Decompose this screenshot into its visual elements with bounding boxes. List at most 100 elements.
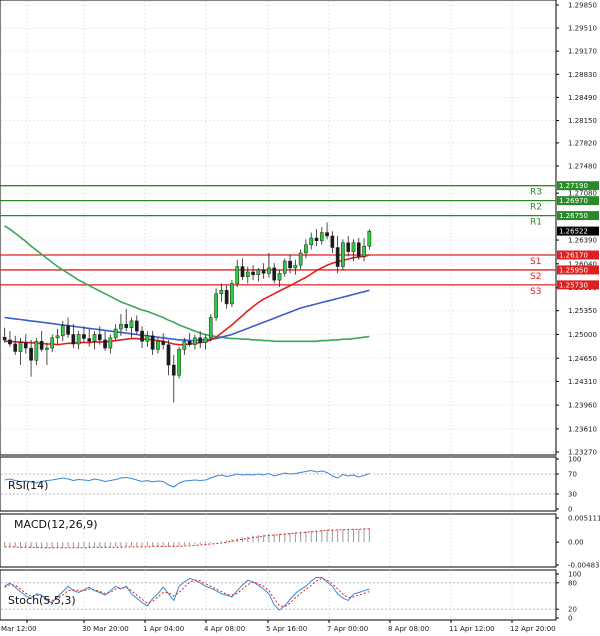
candle-down <box>82 334 86 339</box>
candle-up <box>256 269 261 275</box>
chart-window: 1.29850 1.29510 1.29170 1.28830 1.28490 1.281… <box>0 0 600 633</box>
y-tick-label-3: 1.28830 <box>568 71 597 79</box>
main-plot-area <box>0 0 557 456</box>
candle-up <box>282 260 287 274</box>
level-name-r2: R2 <box>530 203 542 213</box>
x-tick-label-1: 30 Mar 20:00 <box>82 625 129 633</box>
candle <box>177 346 181 379</box>
x-tick-label-8: 12 Apr 20:00 <box>510 625 556 633</box>
candle-down <box>97 334 102 341</box>
candle-up <box>208 317 213 339</box>
level-name-s2: S2 <box>530 272 541 282</box>
candle-down <box>272 267 277 281</box>
y-tick-label-0: 1.29850 <box>568 2 597 10</box>
candle-down <box>87 338 92 342</box>
candle-down <box>251 271 255 275</box>
y-tick-label-4: 1.28490 <box>568 94 597 102</box>
time-axis: Mar 12:00 30 Mar 20:00 1 Apr 04:00 4 Apr 08… <box>1 620 556 633</box>
candle-down <box>140 330 144 342</box>
candle-up <box>319 232 324 241</box>
candle-up <box>108 337 113 349</box>
x-tick-label-6: 8 Apr 08:00 <box>388 625 429 633</box>
y-tick-label-15: 1.24310 <box>568 378 597 386</box>
x-tick-label-0: Mar 12:00 <box>1 625 37 633</box>
candle-down <box>134 320 139 332</box>
rsi-tick-label-2: 30 <box>568 491 577 499</box>
rsi-tick-label-1: 70 <box>568 471 577 479</box>
macd-tick-label-0: 0.005111 <box>568 515 600 523</box>
candle-down <box>66 325 70 335</box>
y-tick-label-9: 1.26390 <box>568 237 597 245</box>
y-tick-label-16: 1.23960 <box>568 402 597 410</box>
candle-up <box>45 347 49 350</box>
candle-down <box>124 324 129 328</box>
candle-down <box>71 334 76 345</box>
y-tick-label-17: 1.23610 <box>568 425 597 433</box>
stoch-plot-area <box>0 569 557 621</box>
candle-up <box>177 349 181 376</box>
candle-up <box>145 335 150 342</box>
candle-down <box>240 266 245 277</box>
candle <box>230 280 234 308</box>
candle-up <box>193 337 197 345</box>
candle-down <box>2 336 7 341</box>
candle-up <box>267 267 271 274</box>
candle-up <box>230 283 234 305</box>
stoch-tick-label-2: 20 <box>568 606 577 614</box>
rsi-tick-label-3: 0 <box>568 506 572 514</box>
candle-up <box>351 242 356 252</box>
y-tick-label-6: 1.27820 <box>568 139 597 147</box>
candle-down <box>13 343 18 352</box>
candle-up <box>293 264 298 269</box>
macd-label: MACD(12,26,9) <box>14 518 98 531</box>
x-tick-label-3: 4 Apr 08:00 <box>204 625 245 633</box>
level-name-r1: R1 <box>530 218 542 228</box>
candle-up <box>203 337 208 343</box>
macd-tick-label-1: 0.00 <box>568 539 584 547</box>
level-price-s2: 1.25950 <box>559 266 588 274</box>
candle-up <box>92 334 97 342</box>
level-name-s1: S1 <box>530 257 541 267</box>
level-price-s3: 1.25730 <box>559 281 588 289</box>
candle-up <box>277 273 282 281</box>
candle-up <box>18 342 23 352</box>
y-tick-label-1: 1.29510 <box>568 25 597 33</box>
current-price-label: 1.26522 <box>559 228 588 236</box>
candle <box>341 239 345 270</box>
candle-down <box>356 242 361 257</box>
x-tick-label-7: 11 Apr 12:00 <box>449 625 495 633</box>
candle-down <box>166 344 171 366</box>
candle-up <box>298 252 303 266</box>
candle-up <box>60 325 65 337</box>
candle-up <box>219 290 224 294</box>
candle-up <box>214 293 218 318</box>
candle-up <box>304 244 308 254</box>
level-price-r2: 1.26970 <box>559 197 588 205</box>
candle-down <box>288 260 292 269</box>
candle-up <box>235 266 240 284</box>
candle-down <box>161 341 166 345</box>
candle-down <box>150 335 155 350</box>
candle-up <box>245 271 250 277</box>
y-tick-label-5: 1.28150 <box>568 117 597 125</box>
candle <box>208 314 213 342</box>
stoch-tick-label-1: 80 <box>568 579 577 587</box>
stoch-label: Stoch(5,5,3) <box>8 594 76 607</box>
level-price-s1: 1.26170 <box>559 251 588 259</box>
level-price-r1: 1.26750 <box>559 212 588 220</box>
candle-up <box>34 341 39 361</box>
y-tick-label-14: 1.24650 <box>568 355 597 363</box>
candle-down <box>39 341 44 350</box>
candle-up <box>113 328 118 339</box>
stoch-tick-label-3: 0 <box>568 615 572 623</box>
candle-down <box>335 247 340 267</box>
candle-up <box>129 320 134 328</box>
rsi-plot-area <box>0 456 557 512</box>
candle-down <box>261 269 266 274</box>
candle-down <box>314 237 319 241</box>
candle-down <box>29 347 33 361</box>
candle-down <box>171 364 176 376</box>
x-tick-label-5: 7 Apr 00:00 <box>327 625 368 633</box>
candle-up <box>182 341 187 350</box>
candle-down <box>8 339 12 345</box>
